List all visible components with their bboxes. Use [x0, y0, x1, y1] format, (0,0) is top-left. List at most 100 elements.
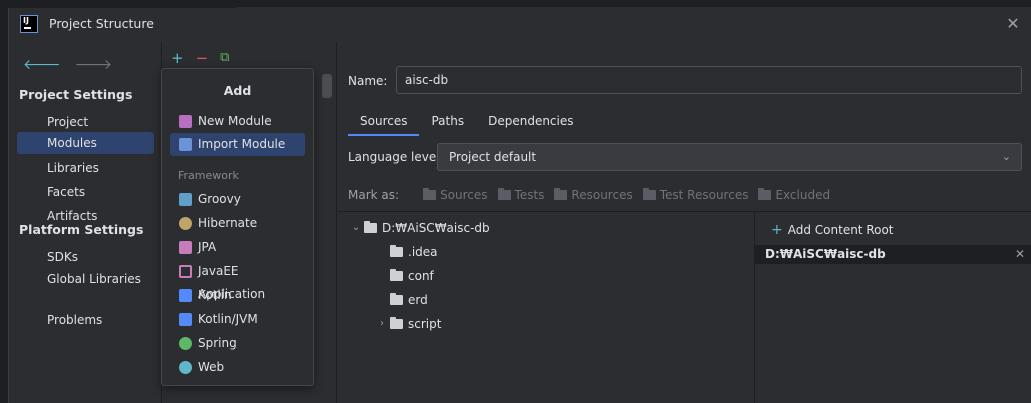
name-label: Name:: [348, 74, 388, 88]
framework-label: JPA: [198, 240, 217, 254]
excluded-folder-icon: [758, 188, 772, 200]
framework-item-jpa[interactable]: JPA: [170, 236, 305, 259]
framework-label: Groovy: [198, 192, 241, 206]
framework-item-groovy[interactable]: Groovy: [170, 188, 305, 211]
module-name-field[interactable]: aisc-db: [396, 66, 1022, 94]
folder-icon: [390, 317, 403, 329]
platform-settings-heading: Platform Settings: [19, 222, 144, 237]
sidebar-item-sdks[interactable]: SDKs: [17, 246, 154, 268]
framework-item-web[interactable]: Web: [170, 356, 305, 379]
tab-sources[interactable]: Sources: [348, 108, 420, 136]
folder-icon: [390, 269, 403, 281]
content-root-path: D:₩AiSC₩aisc-db: [765, 247, 886, 261]
framework-item-spring[interactable]: Spring: [170, 332, 305, 355]
module-list-scrollbar[interactable]: [322, 74, 332, 98]
mark-as-excluded-button[interactable]: Excluded: [758, 188, 830, 202]
module-toolbar: + − ⧉: [171, 50, 229, 66]
import-module-icon: [179, 138, 192, 151]
mark-as-resources-button[interactable]: Resources: [554, 188, 633, 202]
sidebar-item-facets[interactable]: Facets: [17, 181, 154, 203]
framework-item-hibernate[interactable]: Hibernate: [170, 212, 305, 235]
import-module-label: Import Module: [198, 137, 286, 151]
content-root-row[interactable]: D:₩AiSC₩aisc-db ✕: [755, 245, 1031, 264]
tree-label: erd: [408, 293, 428, 307]
mark-as-tests-button[interactable]: Tests: [497, 188, 545, 202]
add-content-root-button[interactable]: + Add Content Root: [771, 222, 894, 238]
mark-as-resources-label: Resources: [571, 188, 633, 202]
javaee-icon: [179, 265, 192, 278]
framework-item-javaee[interactable]: JavaEE Application: [170, 260, 305, 301]
tree-label: conf: [408, 269, 434, 283]
sidebar-item-modules[interactable]: Modules: [17, 132, 154, 154]
remove-icon[interactable]: −: [196, 50, 209, 66]
language-level-value: Project default: [449, 150, 537, 164]
tree-label: D:₩AiSC₩aisc-db: [382, 221, 490, 235]
kotlin-icon: [179, 289, 192, 302]
tree-row-conf[interactable]: conf: [374, 265, 434, 287]
chevron-down-icon: ⌄: [1001, 150, 1011, 163]
mark-as-label: Mark as:: [348, 188, 400, 202]
jpa-icon: [179, 241, 192, 254]
folder-icon: [364, 221, 377, 233]
sidebar-item-global-libraries[interactable]: Global Libraries: [17, 268, 154, 290]
tree-label: script: [408, 317, 442, 331]
tab-paths[interactable]: Paths: [419, 108, 476, 136]
intellij-app-icon: IJ: [20, 15, 38, 33]
framework-label: Kotlin: [198, 288, 232, 302]
spring-icon: [179, 337, 192, 350]
language-level-select[interactable]: Project default ⌄: [437, 143, 1022, 171]
mark-as-sources-label: Sources: [440, 188, 488, 202]
copy-icon[interactable]: ⧉: [220, 50, 229, 66]
content-roots-panel: + Add Content Root D:₩AiSC₩aisc-db ✕: [754, 212, 1031, 403]
framework-item-kotlin-jvm[interactable]: Kotlin/JVM: [170, 308, 305, 331]
language-level-label: Language level:: [348, 150, 444, 164]
import-module-item[interactable]: Import Module: [170, 133, 305, 156]
module-detail-panel: Name: aisc-db Sources Paths Dependencies…: [338, 42, 1031, 403]
tree-row-script[interactable]: › script: [374, 313, 441, 335]
mark-as-excluded-label: Excluded: [775, 188, 831, 202]
mark-as-test-resources-button[interactable]: Test Resources: [642, 188, 749, 202]
framework-label: Web: [198, 360, 225, 374]
add-icon[interactable]: +: [171, 50, 184, 66]
web-icon: [179, 361, 192, 374]
folder-icon: [390, 245, 403, 257]
tab-dependencies[interactable]: Dependencies: [476, 108, 585, 136]
add-popup: Add New Module Import Module Framework G…: [161, 68, 314, 386]
background-editor-strip: [236, 0, 1031, 8]
chevron-down-icon[interactable]: ⌄: [348, 217, 364, 239]
popup-title: Add: [223, 83, 252, 98]
nav-arrows: 🡐 🡒: [23, 56, 112, 73]
groovy-icon: [179, 193, 192, 206]
framework-label: Kotlin/JVM: [198, 312, 258, 326]
folder-icon: [390, 293, 403, 305]
tests-folder-icon: [497, 188, 511, 200]
new-module-item[interactable]: New Module: [170, 110, 305, 133]
project-settings-heading: Project Settings: [19, 87, 133, 102]
sidebar-item-problems[interactable]: Problems: [17, 309, 154, 331]
chevron-right-icon[interactable]: ›: [374, 313, 390, 335]
sidebar-item-libraries[interactable]: Libraries: [17, 157, 154, 179]
sidebar-item-project[interactable]: Project: [17, 111, 154, 133]
mark-as-sources-button[interactable]: Sources: [423, 188, 488, 202]
framework-label: Spring: [198, 336, 237, 350]
forward-arrow-icon[interactable]: 🡒: [75, 56, 113, 73]
remove-root-icon[interactable]: ✕: [1015, 245, 1025, 264]
resources-folder-icon: [554, 188, 568, 200]
back-arrow-icon[interactable]: 🡐: [23, 56, 61, 73]
plus-icon: +: [771, 222, 783, 238]
close-icon[interactable]: ✕: [1003, 14, 1023, 34]
module-tabs: Sources Paths Dependencies: [348, 108, 586, 136]
tree-row-root[interactable]: ⌄ D:₩AiSC₩aisc-db: [348, 217, 490, 239]
tree-row-idea[interactable]: .idea: [374, 241, 438, 263]
framework-item-kotlin[interactable]: Kotlin: [170, 284, 305, 307]
hibernate-icon: [179, 217, 192, 230]
mark-as-test-resources-label: Test Resources: [659, 188, 749, 202]
framework-heading: Framework: [178, 169, 239, 182]
mark-as-bar: Mark as: Sources Tests Resources Test Re…: [348, 188, 830, 202]
test-resources-folder-icon: [642, 188, 656, 200]
framework-label: Hibernate: [198, 216, 258, 230]
tree-row-erd[interactable]: erd: [374, 289, 428, 311]
sources-folder-icon: [423, 188, 437, 200]
kotlin-jvm-icon: [179, 313, 192, 326]
mark-as-tests-label: Tests: [514, 188, 545, 202]
